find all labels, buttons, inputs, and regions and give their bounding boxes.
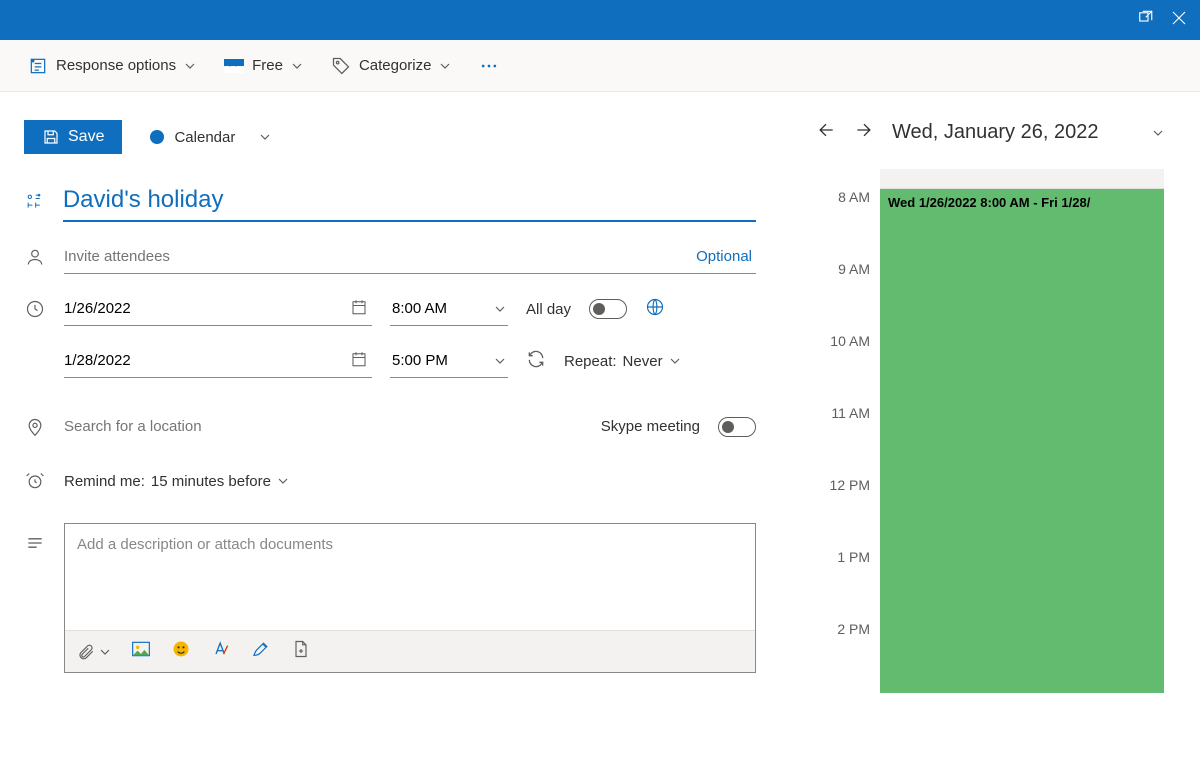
main-content: Save Calendar Optional (0, 92, 1200, 778)
font-format-icon[interactable] (211, 639, 231, 664)
skype-meeting-toggle[interactable] (718, 417, 756, 437)
all-day-strip (816, 169, 1164, 189)
end-time-dropdown[interactable]: 5:00 PM (390, 344, 508, 378)
insert-file-icon[interactable] (291, 639, 311, 664)
reminder-dropdown[interactable]: Remind me: 15 minutes before (64, 473, 289, 490)
description-editor[interactable]: Add a description or attach documents (64, 523, 756, 673)
start-date-input[interactable] (64, 292, 372, 326)
start-time-value: 8:00 AM (392, 300, 447, 317)
recurrence-icon[interactable] (526, 349, 546, 374)
skype-meeting-label: Skype meeting (601, 418, 700, 435)
categorize-label: Categorize (359, 57, 432, 74)
calendar-icon[interactable] (350, 350, 368, 373)
ribbon-toolbar: Response options Free Categorize (0, 40, 1200, 92)
optional-attendees-link[interactable]: Optional (696, 248, 752, 265)
end-time-value: 5:00 PM (392, 352, 448, 369)
categorize-button[interactable]: Categorize (331, 56, 452, 76)
hour-label: 12 PM (816, 477, 880, 493)
calendar-name: Calendar (174, 129, 235, 146)
calendar-color-dot (150, 130, 164, 144)
hour-label: 1 PM (816, 549, 880, 565)
reminder-value: 15 minutes before (151, 473, 271, 490)
people-icon (24, 247, 46, 267)
date-picker-dropdown[interactable] (1152, 127, 1164, 139)
insert-picture-icon[interactable] (131, 640, 151, 663)
popout-icon[interactable] (1136, 9, 1154, 32)
next-day-button[interactable] (854, 120, 874, 145)
event-preview-block[interactable]: Wed 1/26/2022 8:00 AM - Fri 1/28/ (880, 189, 1164, 693)
hour-label: 2 PM (816, 621, 880, 637)
all-day-toggle[interactable] (589, 299, 627, 319)
all-day-label: All day (526, 301, 571, 318)
repeat-label: Repeat: (564, 353, 617, 370)
editor-toolbar (65, 630, 755, 672)
event-title-input[interactable] (63, 180, 756, 222)
show-as-button[interactable]: Free (224, 57, 303, 74)
attendees-input[interactable] (64, 240, 756, 274)
repeat-dropdown[interactable]: Repeat: Never (564, 353, 681, 370)
close-icon[interactable] (1170, 9, 1188, 32)
clock-icon (24, 299, 46, 319)
end-date-input[interactable] (64, 344, 372, 378)
description-icon (24, 523, 46, 553)
save-button-label: Save (68, 128, 104, 146)
schedule-pane: Wed, January 26, 2022 8 AM 9 AM 10 AM 11… (780, 92, 1200, 778)
timezone-icon[interactable] (645, 297, 665, 322)
hour-label: 8 AM (816, 189, 880, 205)
schedule-date-header: Wed, January 26, 2022 (892, 121, 1098, 144)
more-options-button[interactable] (479, 56, 499, 76)
description-placeholder[interactable]: Add a description or attach documents (65, 524, 755, 630)
emoji-icon[interactable] (171, 639, 191, 664)
calendar-icon[interactable] (350, 298, 368, 321)
attach-icon[interactable] (77, 643, 111, 661)
hour-label: 10 AM (816, 333, 880, 349)
repeat-value: Never (623, 353, 663, 370)
hour-label: 11 AM (816, 405, 880, 421)
reminder-label: Remind me: (64, 473, 145, 490)
charm-icon[interactable] (24, 191, 45, 211)
save-button[interactable]: Save (24, 120, 122, 154)
response-options-label: Response options (56, 57, 176, 74)
location-input[interactable] (64, 410, 583, 443)
reminder-icon (24, 471, 46, 491)
calendar-picker[interactable]: Calendar (150, 129, 271, 146)
prev-day-button[interactable] (816, 120, 836, 145)
hour-grid: 8 AM 9 AM 10 AM 11 AM 12 PM 1 PM (816, 189, 1164, 693)
location-icon (24, 417, 46, 437)
hour-label: 9 AM (816, 261, 880, 277)
response-options-button[interactable]: Response options (28, 56, 196, 76)
start-time-dropdown[interactable]: 8:00 AM (390, 292, 508, 326)
event-form: Save Calendar Optional (0, 92, 780, 778)
show-as-label: Free (252, 57, 283, 74)
window-titlebar (0, 0, 1200, 40)
ink-icon[interactable] (251, 639, 271, 664)
event-preview-label: Wed 1/26/2022 8:00 AM - Fri 1/28/ (888, 195, 1090, 210)
